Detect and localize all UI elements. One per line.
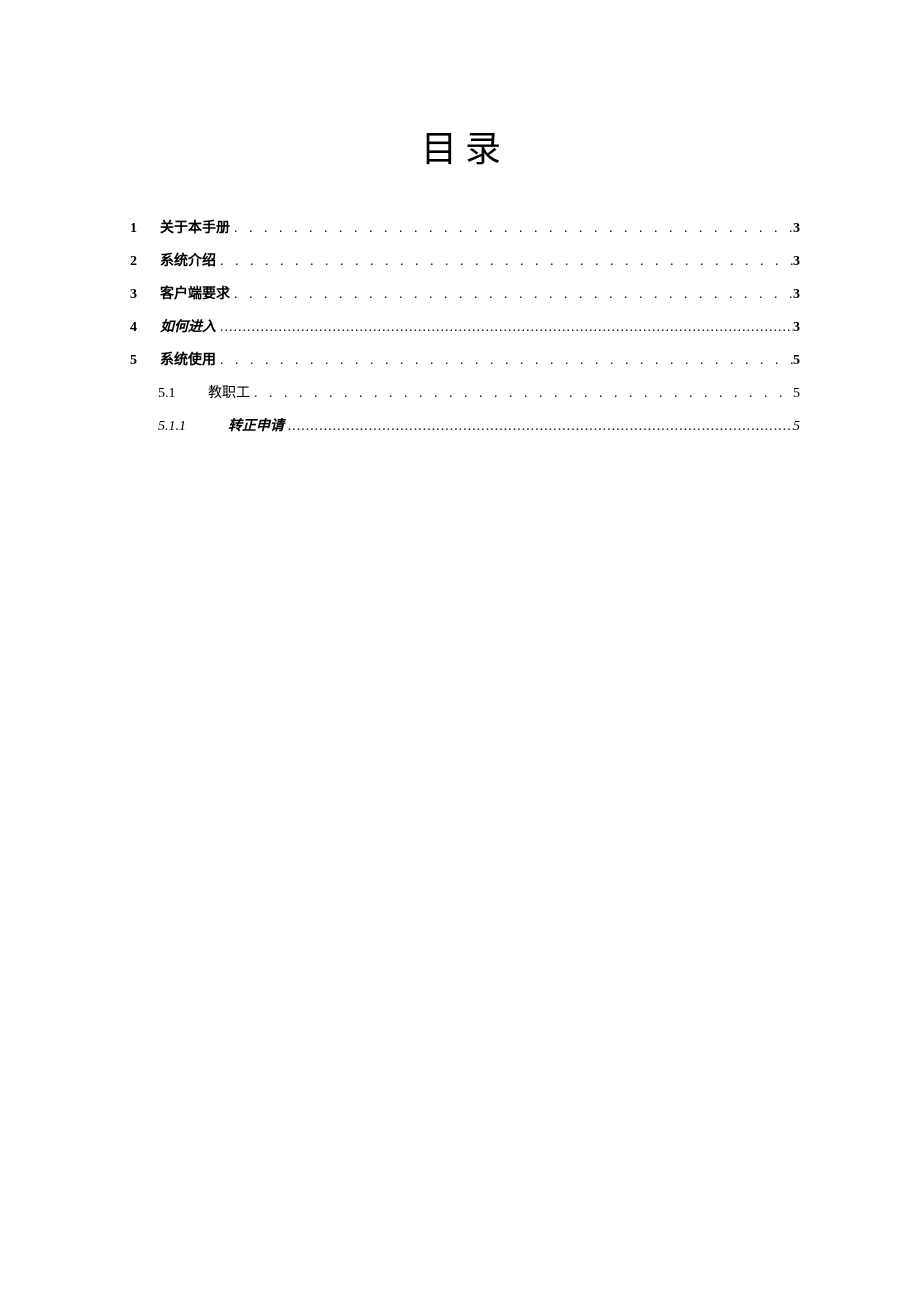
toc-leader-dots: . . . . . . . . . . . . . . . . . . . . … (216, 254, 793, 270)
toc-leader-dots: ........................................… (216, 320, 793, 336)
toc-entry-number: 2 (130, 254, 160, 270)
toc-leader-dots: . . . . . . . . . . . . . . . . . . . . … (230, 287, 793, 303)
toc-entry-page: 3 (793, 287, 800, 303)
toc-entry[interactable]: 5.1.1转正申请...............................… (130, 415, 800, 435)
toc-entry-page: 3 (793, 221, 800, 237)
toc-entry-number: 5.1 (158, 386, 208, 402)
toc-entry-number: 5 (130, 353, 160, 369)
toc-entry[interactable]: 5系统使用. . . . . . . . . . . . . . . . . .… (130, 349, 800, 369)
toc-entry-page: 3 (793, 320, 800, 336)
toc-entry[interactable]: 2系统介绍. . . . . . . . . . . . . . . . . .… (130, 250, 800, 270)
toc-entry-label: 如何进入 (160, 316, 216, 336)
toc-entry[interactable]: 4如何进入...................................… (130, 316, 800, 336)
toc-leader-dots: . . . . . . . . . . . . . . . . . . . . … (250, 386, 793, 402)
toc-entry-number: 4 (130, 320, 160, 336)
toc-entry-page: 5 (793, 353, 800, 369)
toc-entry-label: 关于本手册 (160, 217, 230, 237)
toc-entry[interactable]: 5.1教职工. . . . . . . . . . . . . . . . . … (130, 382, 800, 402)
table-of-contents: 1关于本手册. . . . . . . . . . . . . . . . . … (130, 217, 800, 435)
toc-entry[interactable]: 1关于本手册. . . . . . . . . . . . . . . . . … (130, 217, 800, 237)
toc-entry-page: 3 (793, 254, 800, 270)
toc-entry-number: 3 (130, 287, 160, 303)
toc-entry-page: 5 (793, 386, 800, 402)
toc-entry-label: 教职工 (208, 382, 250, 402)
toc-entry-number: 1 (130, 221, 160, 237)
toc-entry[interactable]: 3客户端要求. . . . . . . . . . . . . . . . . … (130, 283, 800, 303)
toc-leader-dots: ........................................… (284, 419, 793, 435)
toc-leader-dots: . . . . . . . . . . . . . . . . . . . . … (230, 221, 793, 237)
toc-title: 目录 (130, 120, 800, 172)
toc-entry-label: 客户端要求 (160, 283, 230, 303)
toc-entry-label: 系统使用 (160, 349, 216, 369)
toc-entry-number: 5.1.1 (158, 419, 228, 435)
toc-entry-label: 系统介绍 (160, 250, 216, 270)
toc-leader-dots: . . . . . . . . . . . . . . . . . . . . … (216, 353, 793, 369)
toc-entry-label: 转正申请 (228, 415, 284, 435)
toc-entry-page: 5 (793, 419, 800, 435)
